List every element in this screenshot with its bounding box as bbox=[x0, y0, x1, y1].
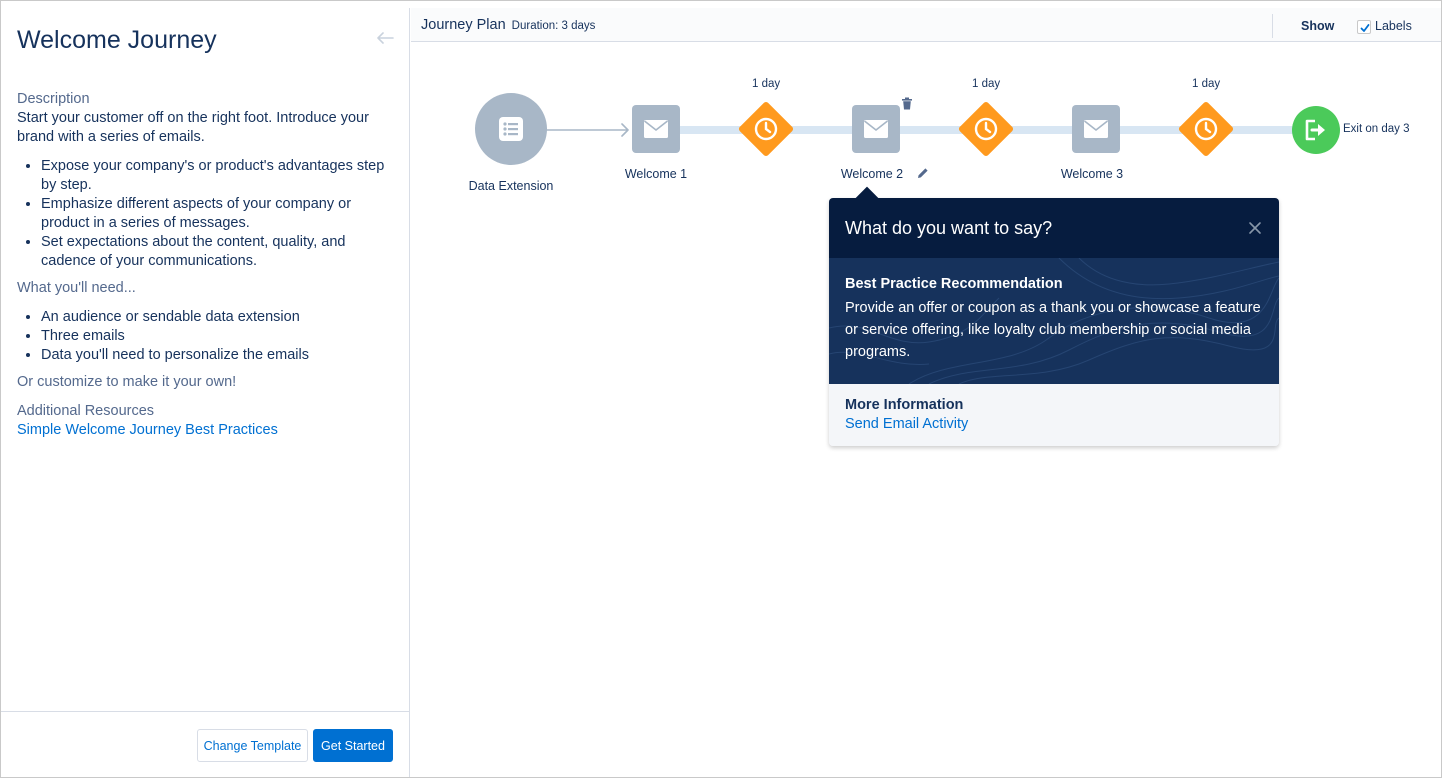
get-started-button[interactable]: Get Started bbox=[313, 729, 393, 762]
journey-plan-title: Journey Plan bbox=[421, 17, 506, 33]
template-details-panel: Welcome Journey Description Start your c… bbox=[1, 8, 410, 777]
envelope-icon bbox=[864, 120, 888, 138]
trash-icon[interactable] bbox=[901, 97, 913, 110]
list-item: An audience or sendable data extension bbox=[41, 308, 392, 327]
template-description: Description Start your customer off on t… bbox=[17, 90, 392, 440]
needs-label: What you'll need... bbox=[17, 280, 136, 296]
header-divider bbox=[1272, 14, 1273, 38]
customize-text: Or customize to make it your own! bbox=[17, 374, 237, 390]
wait-node-2[interactable] bbox=[957, 100, 1015, 158]
template-title: Welcome Journey bbox=[17, 26, 217, 54]
collapse-arrow-icon[interactable] bbox=[375, 30, 395, 46]
recommendation-text: Provide an offer or coupon as a thank yo… bbox=[845, 300, 1261, 360]
list-item: Three emails bbox=[41, 327, 392, 346]
email-node-label-2: Welcome 2 bbox=[840, 167, 904, 181]
recommendation-title: Best Practice Recommendation bbox=[845, 276, 1063, 292]
needs-list: An audience or sendable data extension T… bbox=[41, 308, 392, 365]
resources-label: Additional Resources bbox=[17, 403, 155, 419]
more-information-label: More Information bbox=[845, 397, 964, 413]
email-node-label-1: Welcome 1 bbox=[624, 167, 688, 181]
wait-node-3[interactable] bbox=[1177, 100, 1235, 158]
panel-footer: Change Template Get Started bbox=[1, 711, 410, 777]
popover-recommendation: Best Practice Recommendation Provide an … bbox=[829, 258, 1279, 384]
clock-icon bbox=[1194, 117, 1218, 141]
send-email-activity-link[interactable]: Send Email Activity bbox=[845, 416, 968, 432]
advantages-list: Expose your company's or product's advan… bbox=[41, 157, 392, 271]
exit-icon bbox=[1305, 119, 1325, 141]
description-text: Start your customer off on the right foo… bbox=[17, 110, 369, 145]
list-item: Data you'll need to personalize the emai… bbox=[41, 346, 392, 365]
list-item: Set expectations about the content, qual… bbox=[41, 233, 392, 271]
entry-connector-arrow bbox=[546, 123, 629, 137]
labels-checkbox-label[interactable]: Labels bbox=[1375, 19, 1412, 33]
clock-icon bbox=[974, 117, 998, 141]
email-node-label-3: Welcome 3 bbox=[1060, 167, 1124, 181]
email-node-welcome-2[interactable] bbox=[852, 105, 900, 153]
email-recommendation-popover: What do you want to say? Best Practice R… bbox=[829, 186, 1279, 446]
data-extension-entry-node[interactable] bbox=[475, 93, 547, 165]
exit-node-label: Exit on day 3 bbox=[1343, 123, 1410, 135]
journey-plan-title-group: Journey Plan Duration: 3 days bbox=[421, 17, 595, 33]
journey-duration: Duration: 3 days bbox=[511, 20, 596, 32]
wait-duration-label-1: 1 day bbox=[752, 78, 781, 90]
list-item: Emphasize different aspects of your comp… bbox=[41, 195, 392, 233]
list-item: Expose your company's or product's advan… bbox=[41, 157, 392, 195]
envelope-icon bbox=[644, 120, 668, 138]
description-label: Description bbox=[17, 91, 90, 107]
email-node-welcome-1[interactable] bbox=[632, 105, 680, 153]
best-practices-link[interactable]: Simple Welcome Journey Best Practices bbox=[17, 421, 392, 440]
change-template-button[interactable]: Change Template bbox=[197, 729, 308, 762]
pencil-edit-icon[interactable] bbox=[917, 167, 929, 179]
clock-icon bbox=[754, 117, 778, 141]
exit-node[interactable] bbox=[1292, 106, 1340, 154]
wait-duration-label-3: 1 day bbox=[1192, 78, 1221, 90]
list-icon bbox=[499, 117, 523, 141]
email-node-welcome-3[interactable] bbox=[1072, 105, 1120, 153]
popover-title: What do you want to say? bbox=[845, 218, 1053, 238]
labels-checkbox[interactable] bbox=[1357, 20, 1371, 34]
entry-node-label: Data Extension bbox=[468, 179, 554, 193]
wait-node-1[interactable] bbox=[737, 100, 795, 158]
show-label: Show bbox=[1301, 19, 1335, 33]
wait-duration-label-2: 1 day bbox=[972, 78, 1001, 90]
popover-footer: More Information Send Email Activity bbox=[829, 384, 1279, 446]
envelope-icon bbox=[1084, 120, 1108, 138]
checkmark-icon bbox=[1360, 24, 1370, 32]
close-icon[interactable] bbox=[1247, 220, 1263, 236]
popover-header: What do you want to say? bbox=[829, 198, 1279, 258]
journey-plan-header: Journey Plan Duration: 3 days Show Label… bbox=[411, 8, 1441, 42]
